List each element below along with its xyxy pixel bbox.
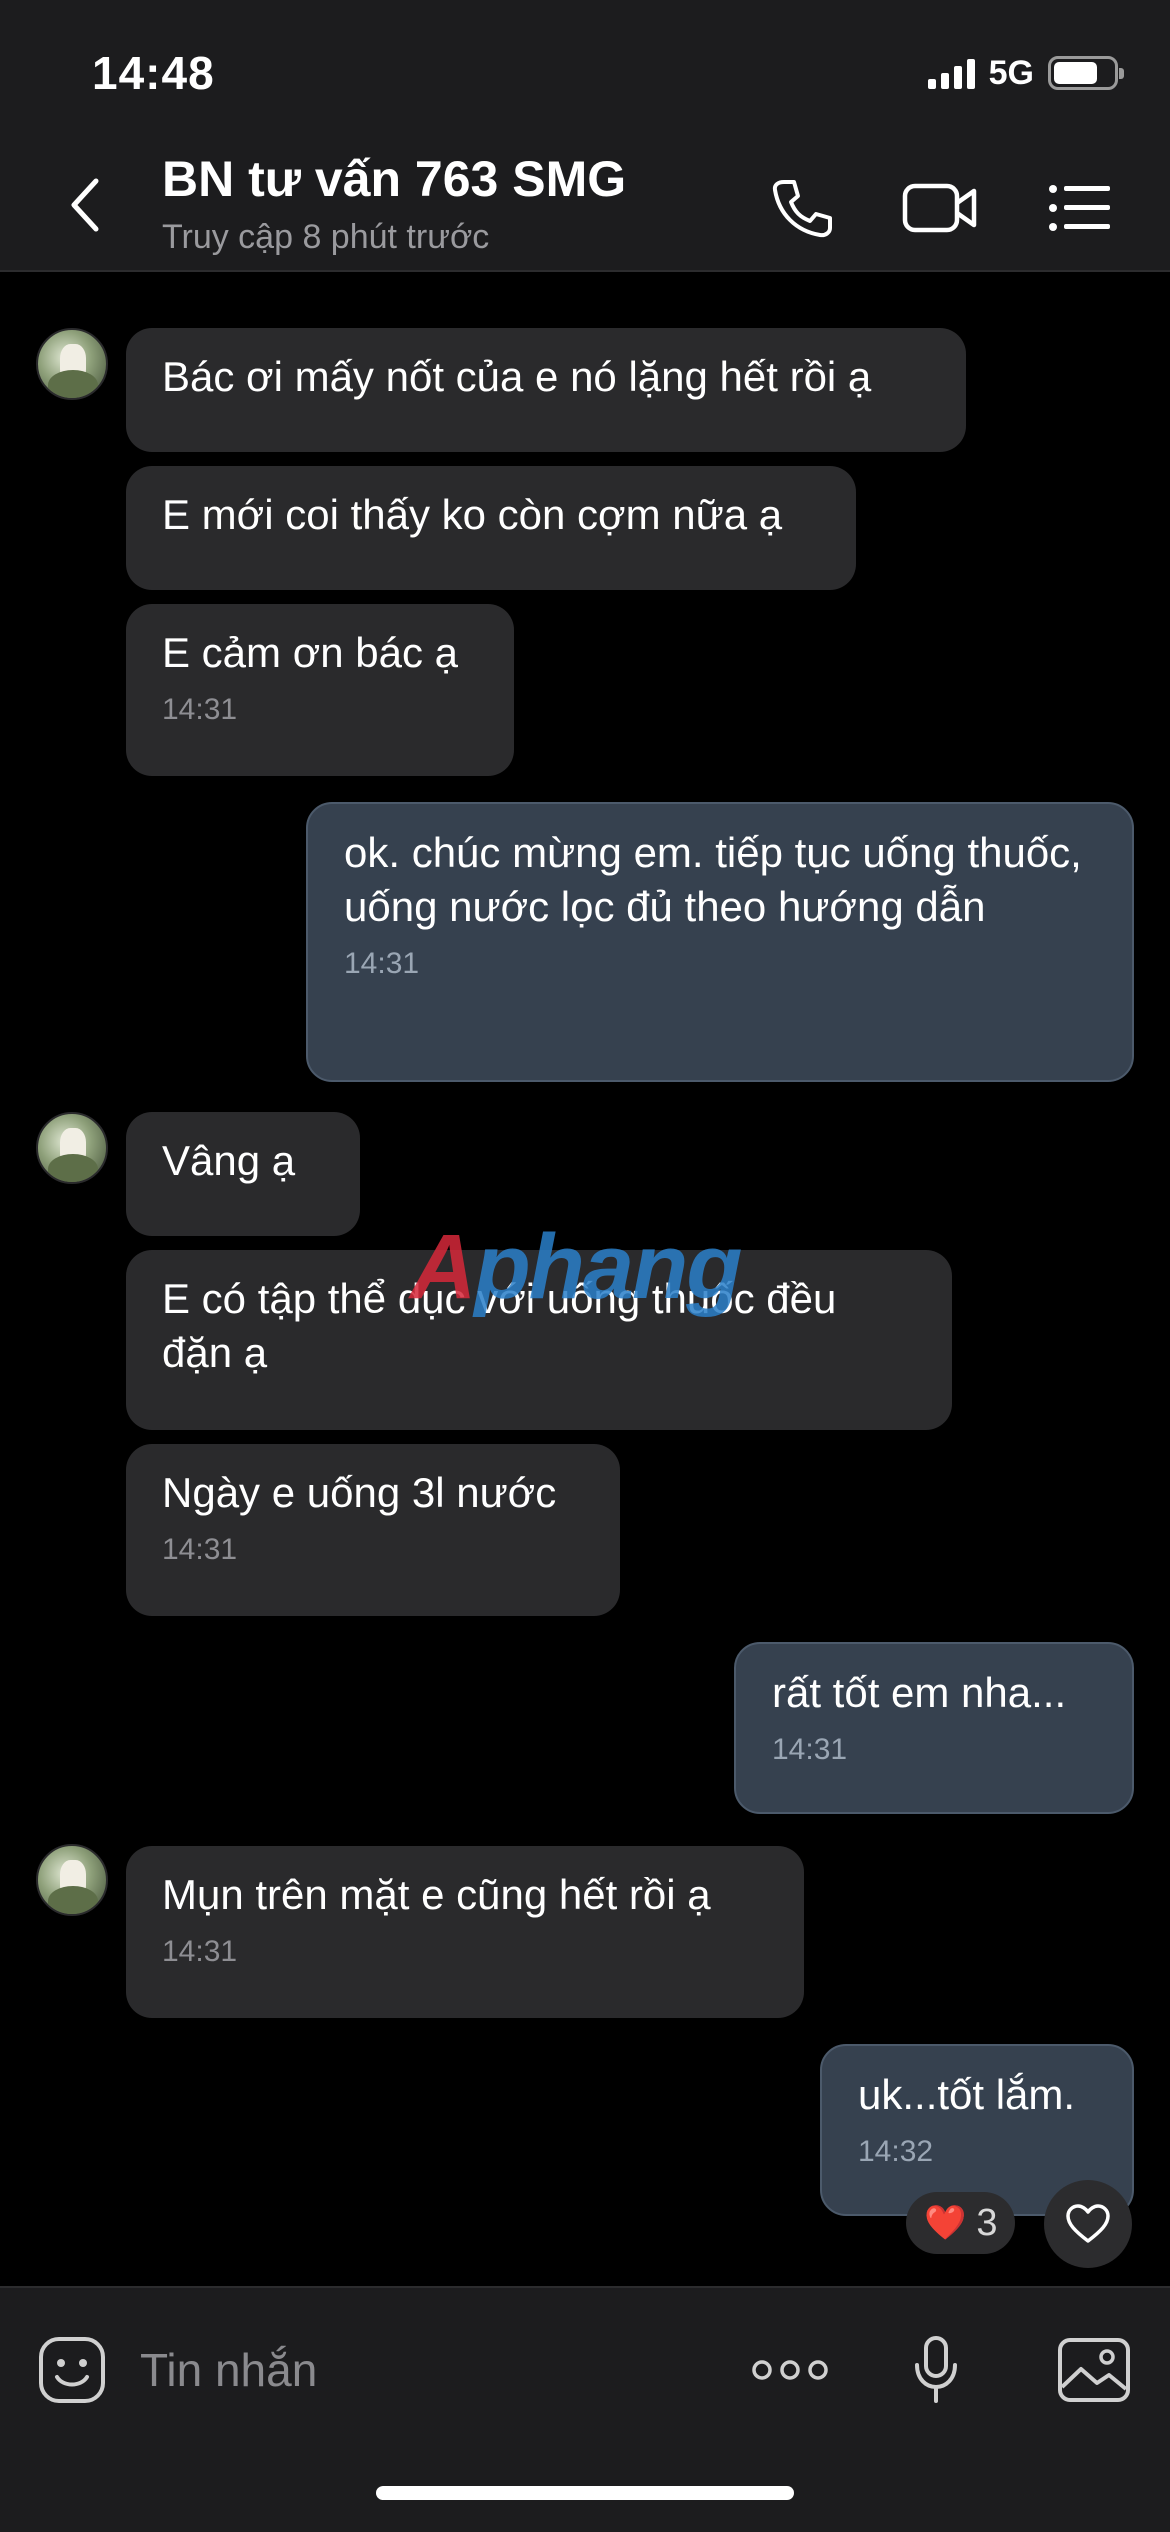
message-time: 14:32 [858,2135,934,2168]
message-bubble-incoming[interactable]: Vâng ạ [126,1112,360,1236]
chat-title[interactable]: BN tư vấn 763 SMG [162,150,626,208]
message-bubble-incoming[interactable]: E cảm ơn bác ạ 14:31 [126,604,514,776]
image-gallery-icon[interactable] [1054,2330,1134,2410]
message-bubble-outgoing[interactable]: rất tốt em nha... 14:31 [734,1642,1134,1814]
watermark-logo: Aphang [410,1216,742,1318]
heart-reaction-icon: ❤️ [924,2204,967,2242]
microphone-icon[interactable] [896,2330,976,2410]
back-chevron-icon[interactable] [56,170,116,240]
message-time: 14:31 [772,1733,848,1766]
signal-icon [927,57,975,89]
contact-avatar[interactable] [36,1844,108,1916]
contact-avatar[interactable] [36,1112,108,1184]
message-time: 14:31 [344,947,420,980]
battery-icon [1048,56,1124,90]
message-text: Mụn trên mặt e cũng hết rồi ạ [162,1871,711,1918]
message-text: Bác ơi mấy nốt của e nó lặng hết rồi ạ [162,353,872,400]
message-bubble-incoming[interactable]: E mới coi thấy ko còn cợm nữa ạ [126,466,856,590]
message-text: E cảm ơn bác ạ [162,629,459,676]
message-bubble-outgoing[interactable]: ok. chúc mừng em. tiếp tục uống thuốc, u… [306,802,1134,1082]
reaction-count: 3 [976,2201,998,2244]
message-bubble-incoming[interactable]: Ngày e uống 3l nước 14:31 [126,1444,620,1616]
network-label: 5G [988,53,1034,92]
message-time: 14:31 [162,1935,238,1968]
message-bubble-incoming[interactable]: Bác ơi mấy nốt của e nó lặng hết rồi ạ [126,328,966,452]
status-time: 14:48 [92,47,215,99]
message-text: Ngày e uống 3l nước [162,1469,557,1516]
phone-icon[interactable] [762,168,842,248]
last-seen-status: Truy cập 8 phút trước [162,218,490,256]
react-heart-button[interactable] [1044,2180,1132,2268]
message-time: 14:31 [162,1533,238,1566]
reaction-badge[interactable]: ❤️ 3 [906,2192,1016,2254]
message-text: uk...tốt lắm. [858,2071,1076,2118]
menu-list-icon[interactable] [1040,168,1120,248]
message-text: ok. chúc mừng em. tiếp tục uống thuốc, u… [344,829,1082,930]
message-input[interactable] [140,2330,700,2410]
heart-outline-icon [1066,2204,1110,2243]
message-text: Vâng ạ [162,1137,296,1184]
video-call-icon[interactable] [900,168,980,248]
message-text: rất tốt em nha... [772,1669,1067,1716]
top-bar: 14:48 5G BN tư vấn 763 SMG Truy cập 8 ph… [0,0,1170,272]
more-options-icon[interactable] [750,2330,830,2410]
message-bubble-incoming[interactable]: Mụn trên mặt e cũng hết rồi ạ 14:31 [126,1846,804,2018]
status-indicators: 5G [927,52,1124,94]
sticker-emoji-icon[interactable] [32,2330,112,2410]
message-text: E mới coi thấy ko còn cợm nữa ạ [162,491,783,538]
home-indicator [376,2486,794,2500]
message-time: 14:31 [162,693,238,726]
contact-avatar[interactable] [36,328,108,400]
